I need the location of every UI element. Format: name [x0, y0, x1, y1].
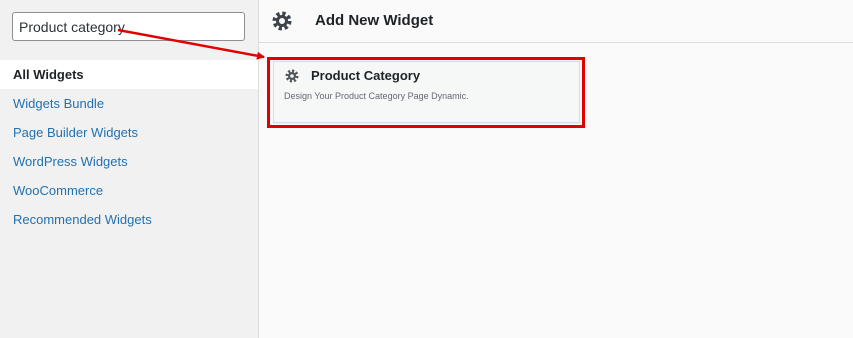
sidebar-item-widgets-bundle[interactable]: Widgets Bundle	[0, 89, 258, 118]
sidebar-item-all-widgets[interactable]: All Widgets	[0, 60, 258, 89]
page-title: Add New Widget	[315, 12, 434, 29]
widget-description: Design Your Product Category Page Dynami…	[284, 91, 469, 101]
sidebar-item-wordpress-widgets[interactable]: WordPress Widgets	[0, 147, 258, 176]
widget-card-product-category[interactable]: Product Category Design Your Product Cat…	[273, 61, 580, 123]
sidebar-item-page-builder-widgets[interactable]: Page Builder Widgets	[0, 118, 258, 147]
widget-sidebar: All Widgets Widgets Bundle Page Builder …	[0, 0, 259, 338]
widget-title: Product Category	[311, 68, 421, 83]
widget-category-list: All Widgets Widgets Bundle Page Builder …	[0, 60, 258, 234]
dialog-header: Add New Widget	[259, 0, 853, 43]
sidebar-item-recommended-widgets[interactable]: Recommended Widgets	[0, 205, 258, 234]
sidebar-item-woocommerce[interactable]: WooCommerce	[0, 176, 258, 205]
gear-icon	[285, 69, 299, 83]
gear-icon	[272, 11, 292, 31]
search-input[interactable]	[12, 12, 245, 41]
